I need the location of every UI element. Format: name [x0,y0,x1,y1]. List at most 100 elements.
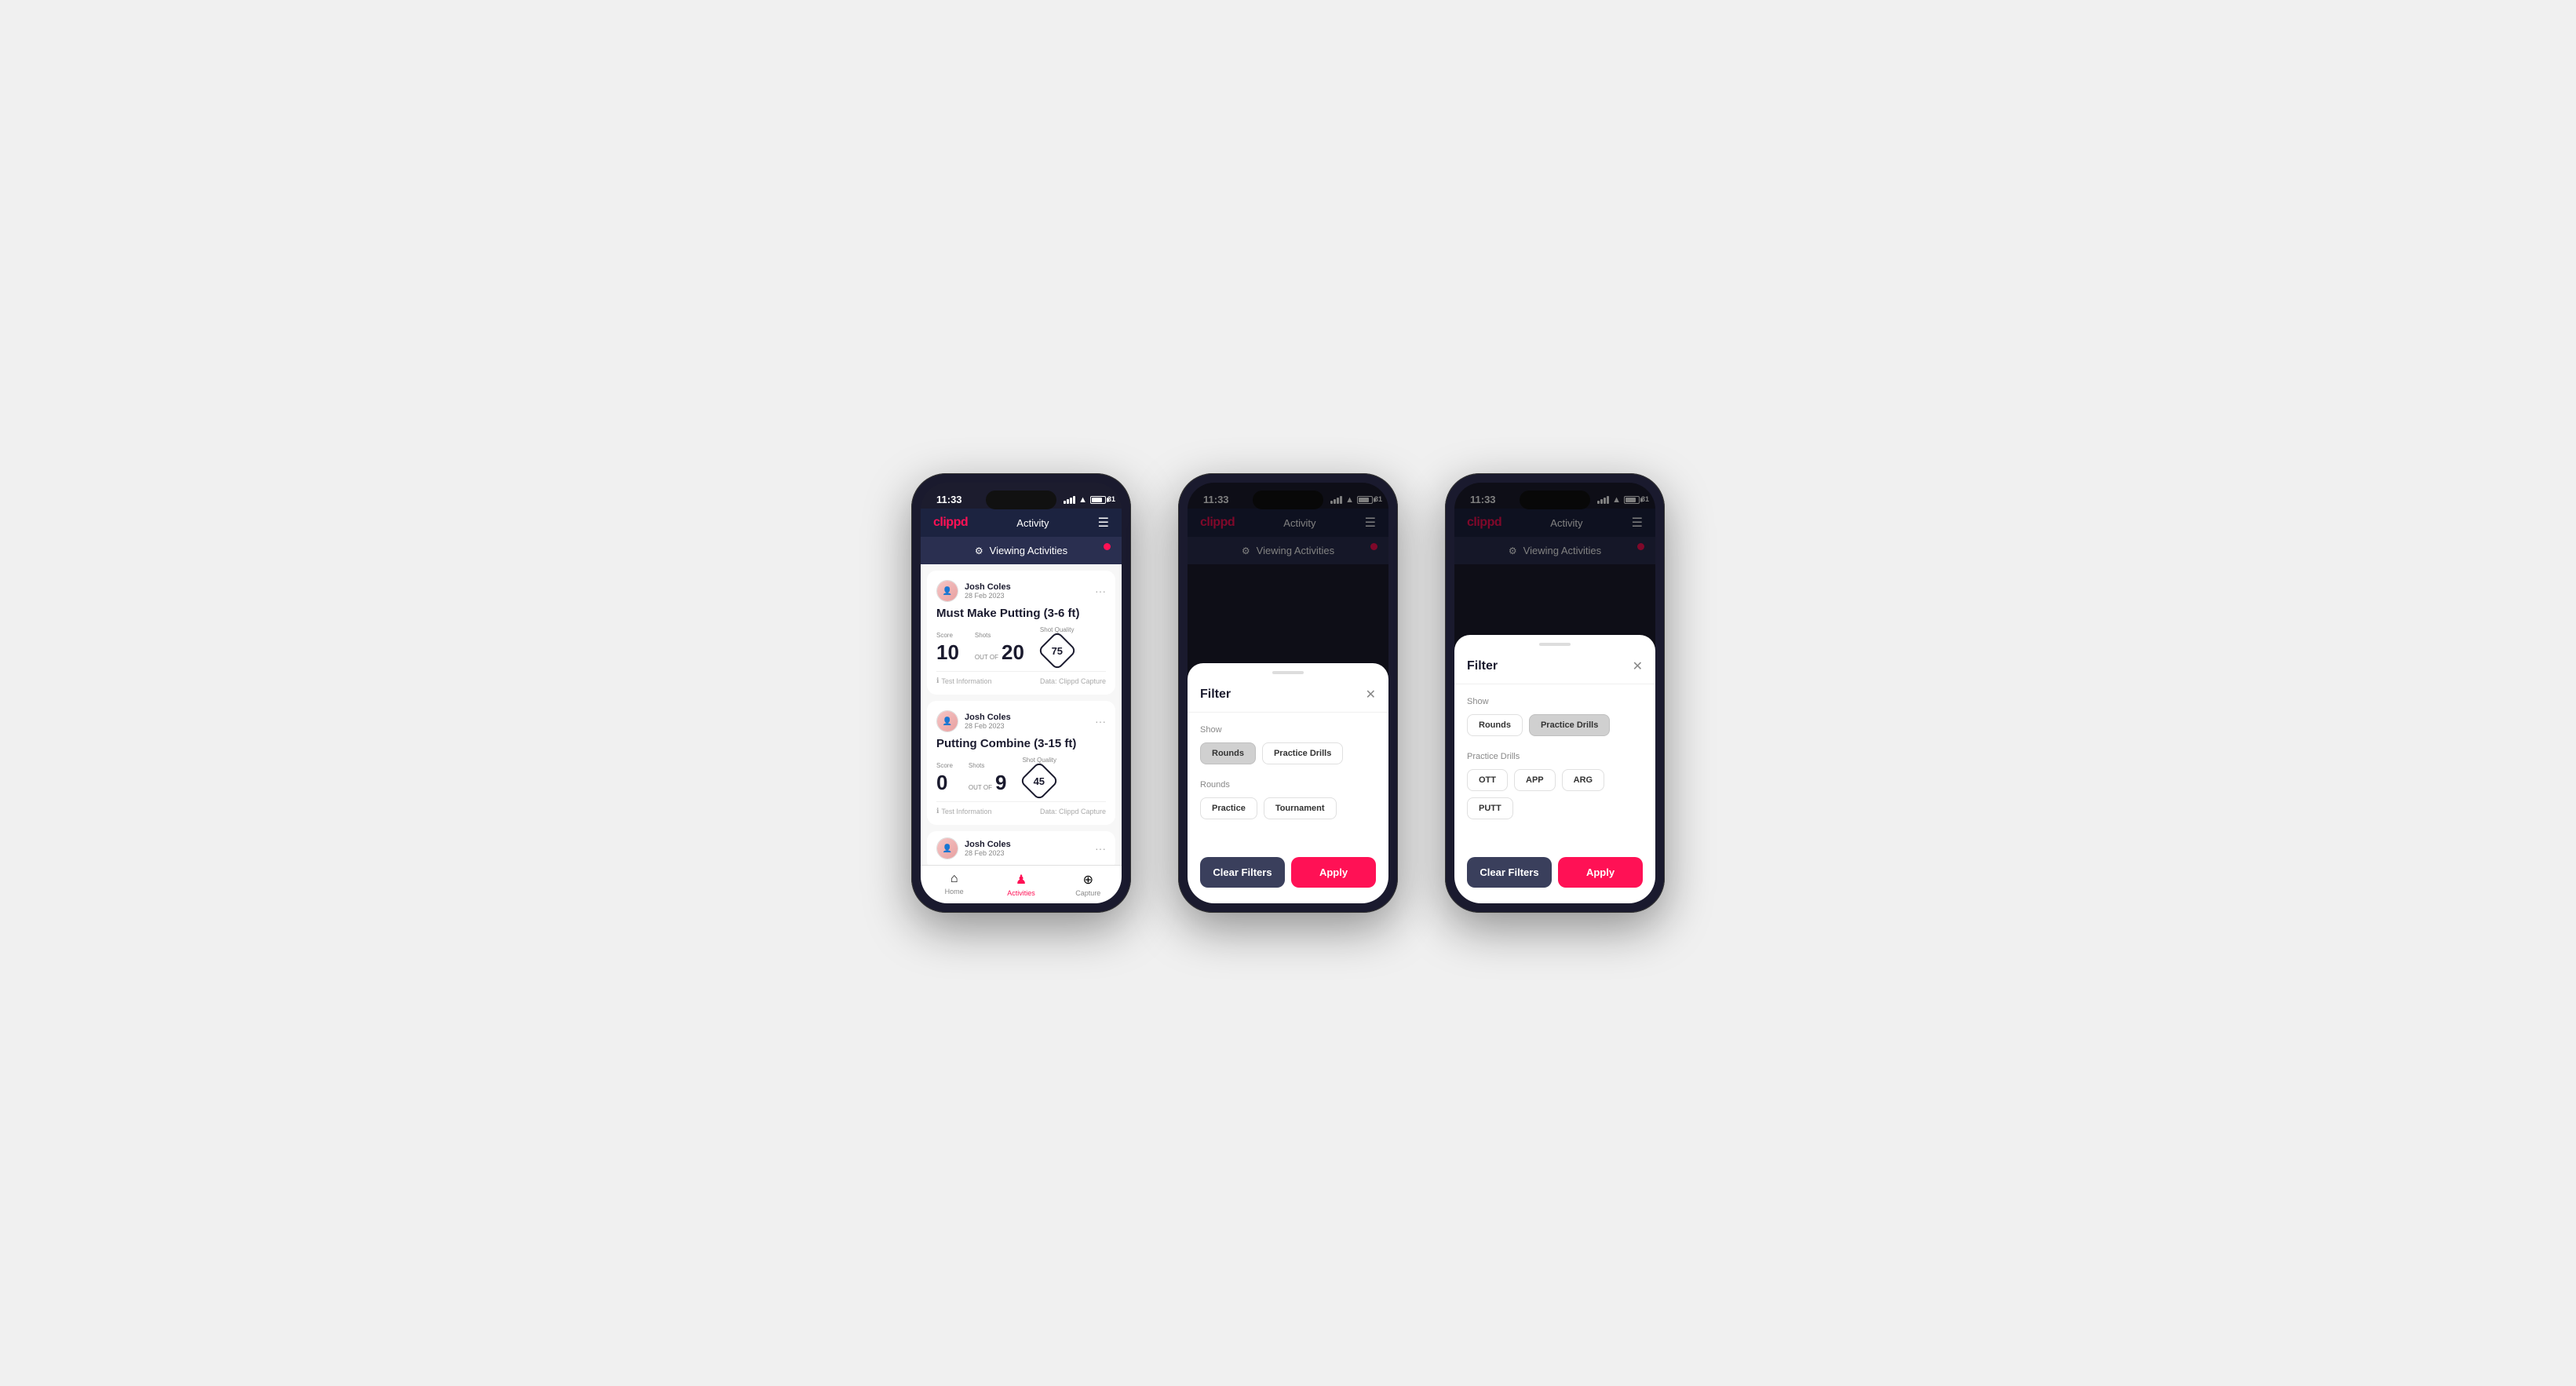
show-label-3: Show [1467,697,1643,706]
battery-text-1: 31 [1107,495,1115,503]
phone-3-wrapper: 11:33 ▲ 31 [1445,473,1665,913]
phone-notch [986,491,1056,509]
wifi-icon-1: ▲ [1078,495,1087,505]
signal-bar-3 [1070,498,1072,504]
phones-container: 11:33 ▲ 31 [911,473,1665,913]
filter-close-2[interactable]: ✕ [1366,687,1376,702]
content-area-1: 👤 Josh Coles 28 Feb 2023 ··· Must Make P… [921,564,1122,865]
avatar-3: 👤 [936,837,958,859]
user-info-2: 👤 Josh Coles 28 Feb 2023 [936,710,1011,732]
sq-badge-1: 75 [1037,631,1077,671]
nav-home-1[interactable]: ⌂ Home [921,866,987,903]
avatar-1: 👤 [936,580,958,602]
viewing-bar-dot-1 [1104,543,1111,550]
capture-icon-1: ⊕ [1083,872,1093,888]
signal-bar-4 [1073,496,1075,504]
phone-1: 11:33 ▲ 31 [911,473,1131,913]
nav-capture-1[interactable]: ⊕ Capture [1055,866,1122,903]
chip-practice-2[interactable]: Practice [1200,797,1257,819]
pd-label-3: Practice Drills [1467,752,1643,761]
chip-practice-drills-2[interactable]: Practice Drills [1262,742,1343,764]
filter-section-rounds-2: Rounds Practice Tournament [1200,780,1376,819]
filter-header-3: Filter ✕ [1454,646,1655,684]
more-dots-2[interactable]: ··· [1095,715,1106,728]
chip-practice-drills-3[interactable]: Practice Drills [1529,714,1610,736]
viewing-bar-text-1: Viewing Activities [990,545,1067,556]
sq-badge-2: 45 [1020,761,1060,801]
signal-bar-2 [1067,499,1069,504]
clear-filters-btn-3[interactable]: Clear Filters [1467,857,1552,888]
score-val-1: 10 [936,640,959,665]
user-info-3: 👤 Josh Coles 28 Feb 2023 [936,837,1011,859]
nav-home-label-1: Home [945,888,964,895]
filter-title-3: Filter [1467,659,1498,673]
footer-data-1: Data: Clippd Capture [1040,677,1106,685]
signal-bar-1 [1064,501,1066,504]
sq-val-2: 45 [1034,775,1045,787]
shots-block-1: Shots OUT OF 20 [975,632,1024,665]
apply-btn-2[interactable]: Apply [1291,857,1376,888]
chip-rounds-3[interactable]: Rounds [1467,714,1523,736]
score-val-2: 0 [936,771,947,795]
score-block-2: Score 0 [936,762,953,795]
user-date-1: 28 Feb 2023 [965,592,1011,600]
user-date-2: 28 Feb 2023 [965,722,1011,730]
filter-modal-3: Filter ✕ Show Rounds Practice Drills [1454,635,1655,903]
activities-icon-1: ♟ [1016,872,1027,888]
header-title-1: Activity [1016,517,1049,529]
filter-icon-1: ⚙ [975,545,983,556]
user-date-3: 28 Feb 2023 [965,849,1011,857]
filter-footer-2: Clear Filters Apply [1188,848,1388,903]
show-chips-3: Rounds Practice Drills [1467,714,1643,736]
phone-2-wrapper: 11:33 ▲ 31 [1178,473,1398,913]
rounds-label-2: Rounds [1200,780,1376,790]
chip-ott-3[interactable]: OTT [1467,769,1508,791]
filter-section-pd-3: Practice Drills OTT APP ARG PUTT [1467,752,1643,819]
shot-quality-block-2: Shot Quality 45 [1022,757,1056,795]
show-chips-2: Rounds Practice Drills [1200,742,1376,764]
clear-filters-btn-2[interactable]: Clear Filters [1200,857,1285,888]
filter-section-show-2: Show Rounds Practice Drills [1200,725,1376,764]
viewing-bar-1[interactable]: ⚙ Viewing Activities [921,537,1122,564]
home-icon-1: ⌂ [950,872,958,886]
phone-2: 11:33 ▲ 31 [1178,473,1398,913]
shot-quality-block-1: Shot Quality 75 [1040,626,1075,665]
filter-title-2: Filter [1200,688,1231,702]
footer-data-2: Data: Clippd Capture [1040,808,1106,815]
activity-card-1: 👤 Josh Coles 28 Feb 2023 ··· Must Make P… [927,571,1115,695]
filter-close-3[interactable]: ✕ [1633,658,1643,674]
show-label-2: Show [1200,725,1376,735]
chip-rounds-2[interactable]: Rounds [1200,742,1256,764]
filter-modal-2: Filter ✕ Show Rounds Practice Drills [1188,663,1388,903]
filter-header-2: Filter ✕ [1188,674,1388,713]
phone-3: 11:33 ▲ 31 [1445,473,1665,913]
status-time-1: 11:33 [936,494,962,505]
nav-activities-1[interactable]: ♟ Activities [987,866,1054,903]
avatar-2: 👤 [936,710,958,732]
activity-title-1: Must Make Putting (3-6 ft) [936,607,1106,620]
phone-1-wrapper: 11:33 ▲ 31 [911,473,1131,913]
hamburger-icon-1[interactable]: ☰ [1098,515,1109,531]
shots-label-2: Shots [969,762,1007,769]
filter-body-2: Show Rounds Practice Drills Rounds Pract… [1188,713,1388,848]
activity-card-2: 👤 Josh Coles 28 Feb 2023 ··· Putting Com… [927,701,1115,825]
chip-putt-3[interactable]: PUTT [1467,797,1513,819]
chip-arg-3[interactable]: ARG [1562,769,1604,791]
footer-info-1: ℹ Test Information [936,677,991,685]
apply-btn-3[interactable]: Apply [1558,857,1643,888]
chip-tournament-2[interactable]: Tournament [1264,797,1337,819]
battery-icon-1 [1090,496,1106,504]
logo-1: clippd [933,516,968,530]
more-dots-3[interactable]: ··· [1095,842,1106,855]
nav-activities-label-1: Activities [1007,889,1035,897]
filter-footer-3: Clear Filters Apply [1454,848,1655,903]
score-label-1: Score [936,632,959,639]
bottom-nav-1: ⌂ Home ♟ Activities ⊕ Capture [921,865,1122,903]
nav-capture-label-1: Capture [1075,889,1100,897]
shots-label-1: Shots [975,632,1024,639]
more-dots-1[interactable]: ··· [1095,585,1106,597]
chip-app-3[interactable]: APP [1514,769,1556,791]
shots-val-1: 20 [1002,640,1024,665]
sq-val-1: 75 [1051,645,1062,657]
score-label-2: Score [936,762,953,769]
